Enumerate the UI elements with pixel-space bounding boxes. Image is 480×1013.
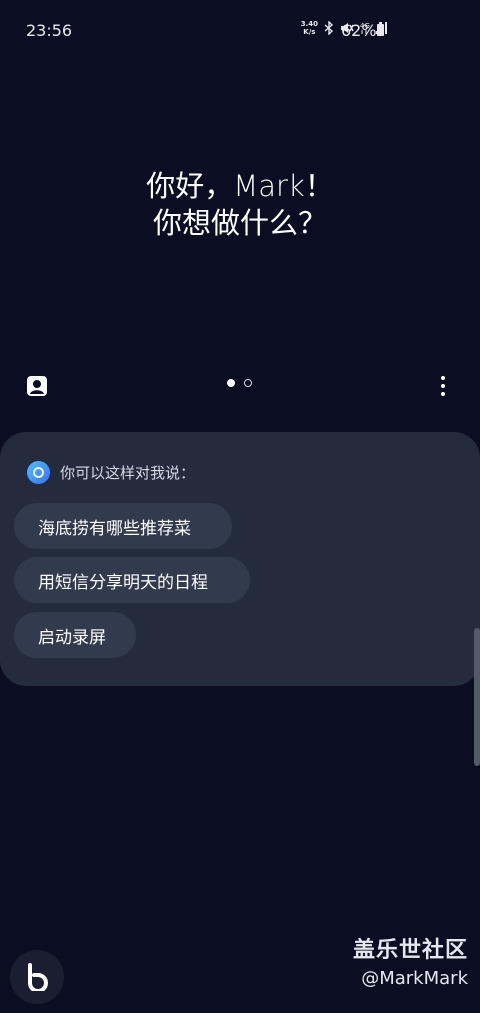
- greeting-line-1: 你好，Mark！: [146, 169, 334, 203]
- bluetooth-icon: [324, 21, 334, 35]
- status-time: 23:56: [26, 21, 73, 40]
- suggestion-chip[interactable]: 海底捞有哪些推荐菜: [14, 503, 232, 549]
- more-options-icon[interactable]: [436, 374, 450, 398]
- bixby-bubble-icon: [27, 461, 50, 484]
- greeting: 你好，Mark！ 你想做什么？: [0, 168, 480, 242]
- watermark-title: 盖乐世社区: [352, 938, 468, 963]
- bixby-logo-icon: [28, 963, 48, 991]
- network-speed: 3.40 K/s: [300, 20, 318, 36]
- page-dot-inactive: [244, 379, 252, 387]
- bixby-button[interactable]: [10, 950, 64, 1004]
- suggestion-chip[interactable]: 启动录屏: [14, 612, 136, 658]
- watermark: 盖乐世社区 @MarkMark: [353, 932, 468, 989]
- scrollbar[interactable]: [474, 628, 480, 766]
- profile-icon[interactable]: [26, 375, 48, 397]
- status-bar: 23:56 3.40 K/s 4G 62%: [0, 0, 480, 60]
- suggestions-header: 你可以这样对我说：: [27, 461, 195, 484]
- page-indicator: [227, 379, 252, 387]
- battery-icon: [377, 22, 384, 36]
- watermark-user: @MarkMark: [361, 968, 468, 989]
- page-dot-active: [227, 379, 235, 387]
- battery-percent: 62%: [341, 21, 377, 40]
- suggestions-title: 你可以这样对我说：: [60, 464, 196, 482]
- greeting-line-2: 你想做什么？: [152, 206, 327, 240]
- suggestion-chip[interactable]: 用短信分享明天的日程: [14, 557, 250, 603]
